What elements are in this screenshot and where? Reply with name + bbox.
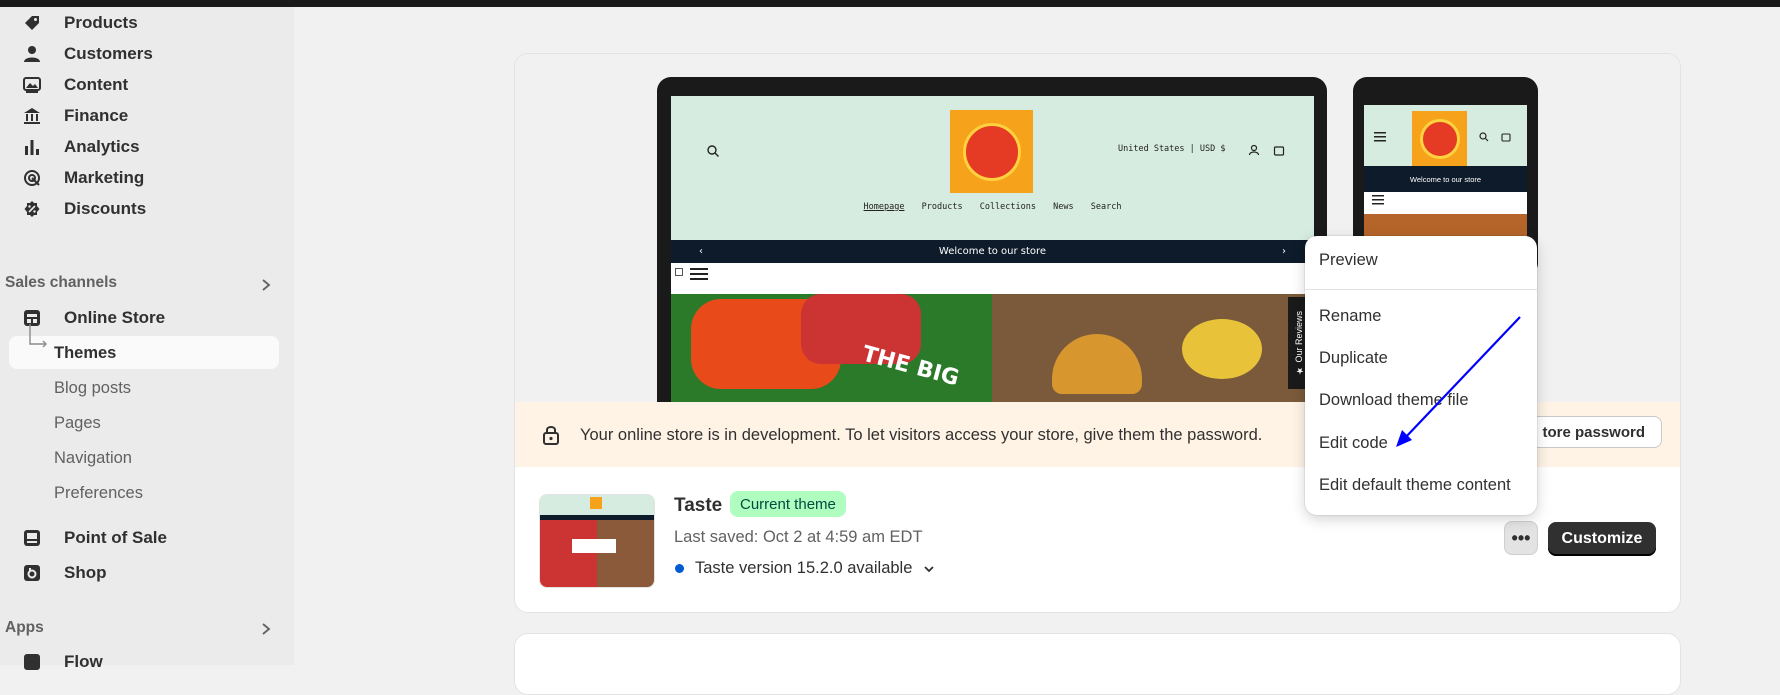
sidebar-item-label: Content — [64, 75, 129, 94]
bank-icon — [22, 106, 42, 126]
sidebar: Products Customers Content Finance Analy… — [0, 7, 294, 671]
development-banner-text: Your online store is in development. To … — [580, 426, 1263, 444]
sidebar-item-pages[interactable]: Pages — [54, 408, 101, 438]
store-nav-item: News — [1053, 202, 1074, 212]
menu-strip — [1364, 192, 1527, 214]
menu-item-rename[interactable]: Rename — [1319, 307, 1381, 326]
desktop-preview[interactable]: United States | USD $ Homepage Products … — [657, 77, 1327, 417]
store-logo — [950, 110, 1033, 193]
theme-library-card — [514, 633, 1681, 695]
sidebar-item-online-store[interactable]: Online Store — [10, 302, 278, 334]
tree-connector-icon — [29, 324, 47, 348]
sidebar-item-analytics[interactable]: Analytics — [10, 131, 278, 163]
theme-name: Taste — [674, 495, 723, 516]
menu-divider — [1305, 289, 1537, 290]
store-logo — [1412, 111, 1467, 166]
chevron-right-icon[interactable] — [258, 621, 274, 637]
desktop-screen: United States | USD $ Homepage Products … — [671, 96, 1314, 416]
store-nav: Homepage Products Collections News Searc… — [671, 202, 1314, 212]
store-password-label: tore password — [1542, 423, 1645, 441]
sidebar-item-label: Products — [64, 13, 138, 32]
sidebar-item-label: Analytics — [64, 137, 140, 156]
sidebar-item-content[interactable]: Content — [10, 69, 278, 101]
locale-selector: United States | USD $ — [1118, 144, 1226, 154]
sidebar-item-finance[interactable]: Finance — [10, 100, 278, 132]
announcement-bar: ‹ Welcome to our store › — [671, 240, 1314, 263]
sidebar-item-marketing[interactable]: Marketing — [10, 162, 278, 194]
top-bar — [0, 0, 1780, 7]
last-saved-text: Last saved: Oct 2 at 4:59 am EDT — [674, 528, 923, 546]
tag-icon — [22, 13, 42, 33]
hamburger-icon — [690, 268, 708, 280]
store-nav-item: Products — [921, 202, 963, 212]
chevron-down-icon — [924, 565, 935, 572]
menu-item-edit-code[interactable]: Edit code — [1319, 434, 1388, 453]
chevron-right-icon: › — [1282, 246, 1286, 257]
current-theme-badge: Current theme — [730, 491, 846, 517]
hero-image-left: THE BIG — [671, 294, 992, 416]
sidebar-item-blog-posts[interactable]: Blog posts — [54, 373, 131, 403]
image-icon — [22, 75, 42, 95]
person-icon — [22, 44, 42, 64]
sidebar-item-customers[interactable]: Customers — [10, 38, 278, 70]
sidebar-item-label: Finance — [64, 106, 129, 125]
cart-icon — [1273, 146, 1285, 156]
store-password-button[interactable]: tore password — [1522, 416, 1662, 448]
more-actions-button[interactable]: ••• — [1504, 521, 1538, 555]
sidebar-item-discounts[interactable]: Discounts — [10, 193, 278, 225]
chevron-right-icon[interactable] — [258, 277, 274, 293]
flow-icon — [22, 652, 42, 672]
pos-icon — [22, 528, 42, 548]
bar-chart-icon — [22, 137, 42, 157]
sidebar-item-themes[interactable]: Themes — [54, 338, 116, 368]
hamburger-icon — [1372, 195, 1384, 205]
menu-item-duplicate[interactable]: Duplicate — [1319, 349, 1388, 368]
menu-item-edit-default-theme-content[interactable]: Edit default theme content — [1319, 476, 1511, 495]
chevron-left-icon: ‹ — [699, 246, 703, 257]
apps-label[interactable]: Apps — [5, 619, 44, 637]
discount-icon — [22, 199, 42, 219]
announcement-bar: Welcome to our store — [1364, 166, 1527, 192]
lock-icon — [543, 426, 559, 445]
sidebar-item-label: Discounts — [64, 199, 147, 218]
status-dot-icon — [675, 564, 684, 573]
sidebar-item-flow[interactable]: Flow — [10, 646, 278, 678]
search-icon — [707, 145, 719, 157]
sidebar-item-label: Online Store — [64, 308, 166, 327]
sidebar-item-label: Customers — [64, 44, 153, 63]
menu-item-preview[interactable]: Preview — [1319, 251, 1378, 270]
checkbox-icon — [675, 268, 683, 276]
hero-image-right — [992, 294, 1314, 416]
sidebar-item-label: Point of Sale — [64, 528, 167, 547]
menu-strip — [671, 263, 1314, 294]
shop-icon — [22, 563, 42, 583]
cart-icon — [1501, 133, 1511, 142]
search-icon — [1479, 132, 1489, 142]
theme-actions-menu: Preview Rename Duplicate Download theme … — [1305, 236, 1537, 515]
sidebar-item-products[interactable]: Products — [10, 7, 278, 39]
sidebar-item-label: Flow — [64, 652, 103, 671]
sidebar-item-shop[interactable]: Shop — [10, 557, 278, 589]
announcement-text: Welcome to our store — [938, 246, 1047, 257]
version-text: Taste version 15.2.0 available — [695, 559, 913, 577]
store-nav-item: Homepage — [863, 202, 905, 212]
sidebar-item-preferences[interactable]: Preferences — [54, 478, 143, 508]
sidebar-item-label: Marketing — [64, 168, 145, 187]
announcement-text: Welcome to our store — [1409, 174, 1482, 184]
sales-channels-label[interactable]: Sales channels — [5, 274, 117, 292]
store-nav-item: Search — [1090, 202, 1122, 212]
sidebar-item-navigation[interactable]: Navigation — [54, 443, 132, 473]
sidebar-item-label: Shop — [64, 563, 107, 582]
store-nav-item: Collections — [979, 202, 1036, 212]
hamburger-icon — [1374, 132, 1386, 142]
theme-thumbnail[interactable] — [539, 494, 655, 588]
version-selector[interactable]: Taste version 15.2.0 available — [674, 559, 936, 578]
menu-item-download-theme-file[interactable]: Download theme file — [1319, 391, 1469, 410]
target-icon — [22, 168, 42, 188]
customize-button[interactable]: Customize — [1548, 522, 1656, 556]
account-icon — [1248, 144, 1260, 156]
sidebar-item-point-of-sale[interactable]: Point of Sale — [10, 522, 278, 554]
